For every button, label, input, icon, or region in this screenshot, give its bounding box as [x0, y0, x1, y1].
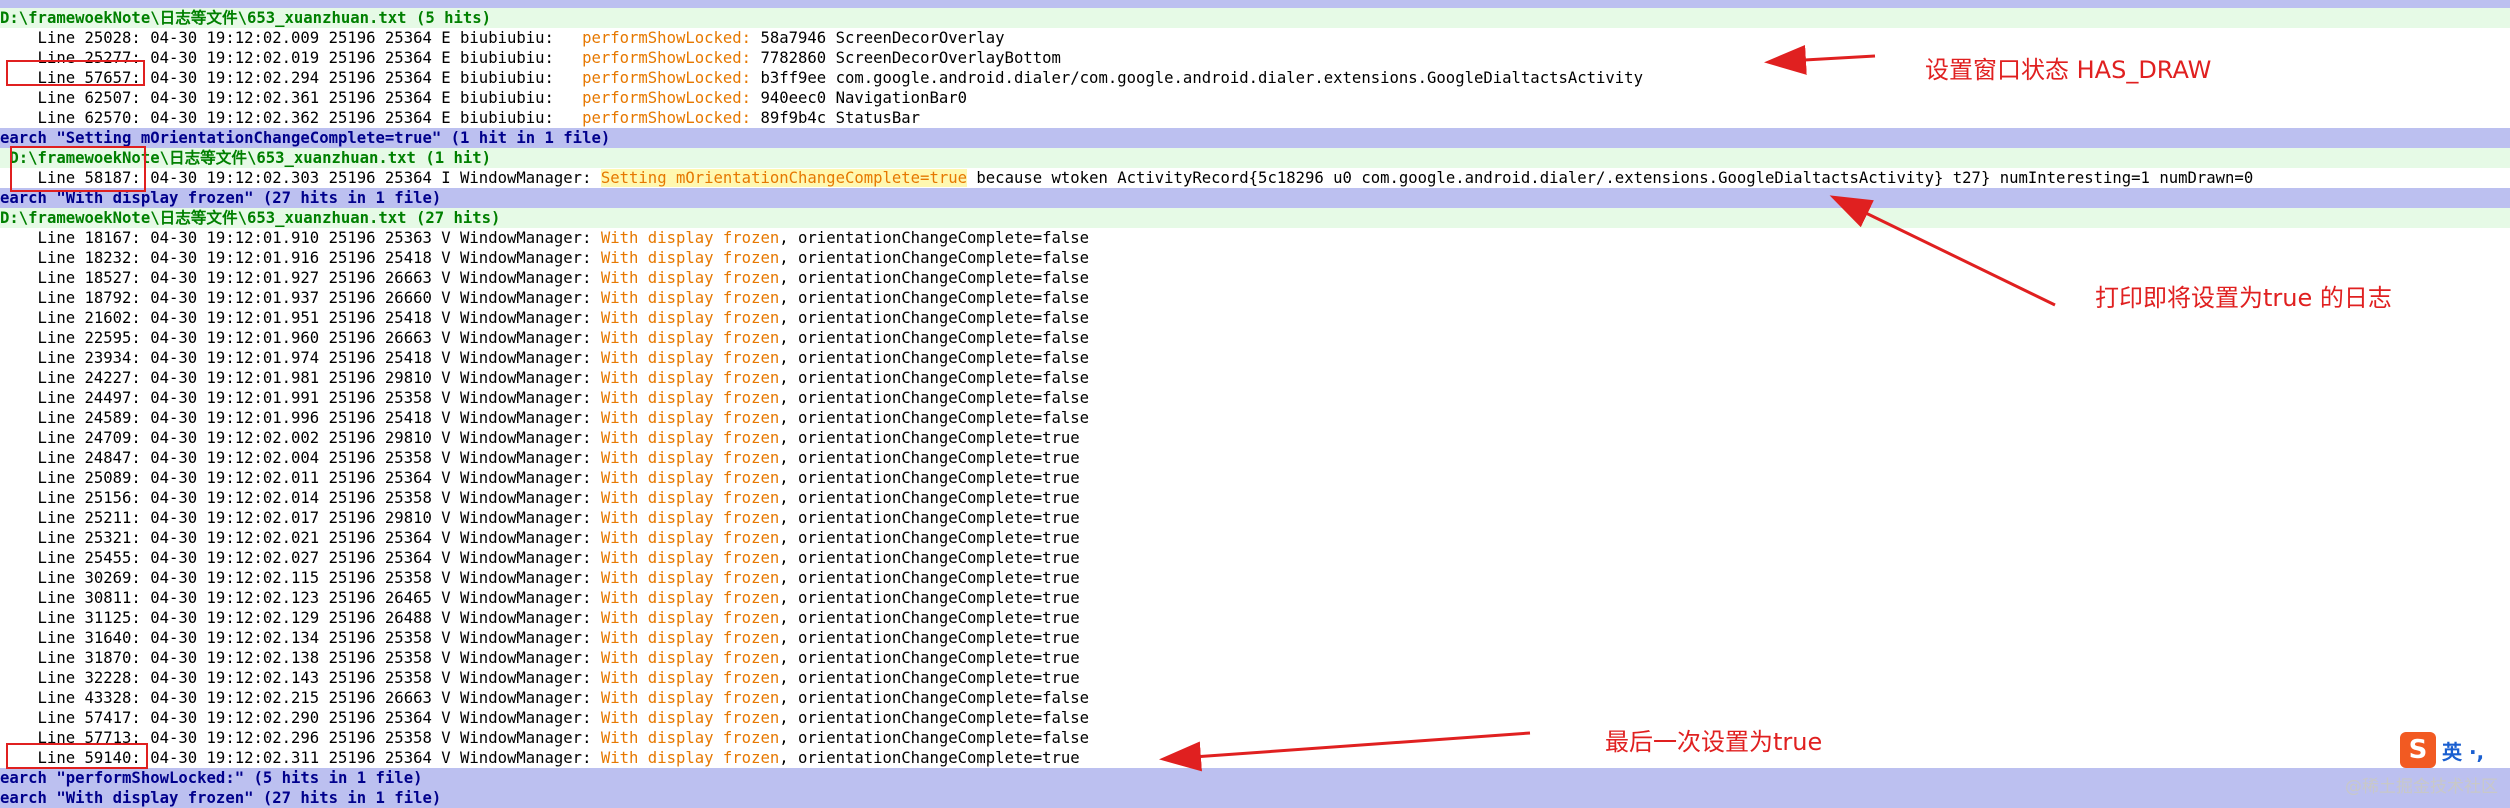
arrow-to-set-true-line: [1829, 195, 2056, 307]
watermark: @稀土掘金技术社区: [2345, 777, 2498, 797]
annotation-set-true-log: 打印即将设置为true 的日志: [2095, 284, 2392, 312]
annotation-arrows: [1159, 44, 2056, 772]
ime-indicator[interactable]: S 英 ·,: [2400, 732, 2484, 768]
arrow-to-has-draw-line: [1764, 44, 1876, 75]
arrow-to-last-true-line: [1159, 731, 1531, 772]
sogou-logo-icon: S: [2400, 732, 2436, 768]
ime-mode-label: 英 ·,: [2442, 739, 2485, 764]
annotation-last-true: 最后一次设置为true: [1605, 728, 1823, 756]
annotation-has-draw: 设置窗口状态 HAS_DRAW: [1925, 56, 2212, 84]
